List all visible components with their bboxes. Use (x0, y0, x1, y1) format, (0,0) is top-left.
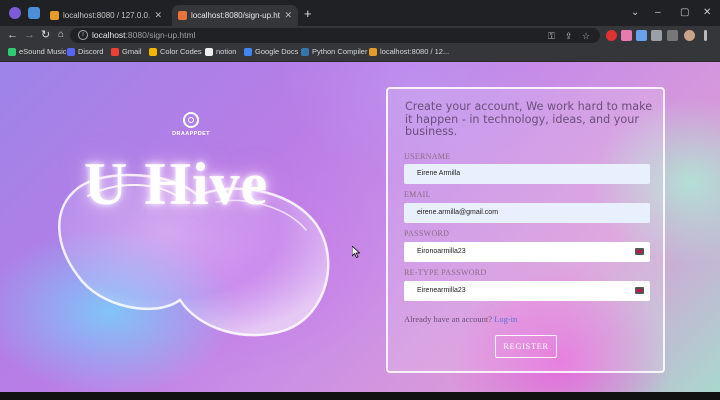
tab-strip: localhost:8080 / 127.0.0.1 / webs ✕ loca… (0, 0, 720, 26)
minimize-button[interactable]: – (655, 7, 661, 19)
menu-icon[interactable] (704, 30, 707, 41)
signup-card: Create your account, We work hard to mak… (386, 87, 665, 373)
mouse-pointer-icon (352, 246, 360, 258)
site-info-icon[interactable]: i (78, 30, 88, 40)
brand-logo[interactable]: DRAAPPDET (166, 112, 216, 137)
back-icon[interactable]: ← (7, 29, 18, 41)
play-icon (8, 47, 16, 56)
login-prompt-text: Already have an account? (404, 314, 493, 324)
avatar[interactable] (684, 30, 695, 41)
bookmark-color-codes[interactable]: Color Codes (149, 47, 202, 56)
bookmark-star-icon[interactable]: ☆ (582, 31, 590, 41)
db-icon (50, 11, 59, 20)
tab-title: localhost:8080 / 127.0.0.1 / webs (63, 11, 151, 20)
hero-title: U Hive (84, 151, 269, 217)
address-bar[interactable]: i localhost:8080/sign-up.html ⚿ ⇪ ☆ (70, 28, 600, 43)
password-label: PASSWORD (404, 229, 450, 238)
register-button[interactable]: REGISTER (495, 335, 557, 358)
maximize-button[interactable]: ▢ (680, 7, 689, 19)
bookmark-discord[interactable]: Discord (67, 47, 103, 56)
login-link[interactable]: Log-in (494, 314, 517, 324)
bookmarks-bar: eSound Music Discord Gmail Color Codes n… (0, 45, 720, 62)
bookmark-notion[interactable]: notion (205, 47, 236, 56)
retype-password-label: RE-TYPE PASSWORD (404, 268, 487, 277)
close-icon[interactable]: ✕ (284, 10, 292, 21)
email-input[interactable]: eirene.armilla@gmail.com (404, 203, 650, 223)
close-icon[interactable]: ✕ (154, 10, 162, 21)
tab-search-icon[interactable] (28, 7, 40, 19)
browser-chrome: localhost:8080 / 127.0.0.1 / webs ✕ loca… (0, 0, 720, 62)
palette-icon (149, 47, 157, 56)
extensions-puzzle-icon[interactable] (651, 30, 662, 41)
new-tab-button[interactable]: + (304, 7, 312, 20)
bookmark-google-docs[interactable]: Google Docs (244, 47, 298, 56)
key-icon[interactable]: ⚿ (548, 31, 555, 41)
bottom-edge (0, 392, 720, 400)
tab-list-icon[interactable]: ⌄ (631, 7, 639, 19)
password-manager-key-icon[interactable] (635, 287, 644, 294)
tab-sign-up[interactable]: localhost:8080/sign-up.html ✕ (172, 5, 298, 26)
docs-icon (244, 47, 252, 56)
bookmark-esound[interactable]: eSound Music (8, 47, 67, 56)
username-input[interactable]: Eirene Armilla (404, 164, 650, 184)
bookmark-python-compiler[interactable]: Python Compiler (301, 47, 367, 56)
extension-icon-blue[interactable] (636, 30, 647, 41)
url-text[interactable]: localhost:8080/sign-up.html (92, 30, 196, 40)
close-window-button[interactable]: ✕ (703, 7, 711, 19)
bookmark-gmail[interactable]: Gmail (111, 47, 142, 56)
forward-icon[interactable]: → (24, 29, 35, 41)
media-icon[interactable] (667, 30, 678, 41)
html-icon (178, 11, 187, 20)
home-icon[interactable]: ⌂ (58, 29, 64, 41)
browser-toolbar: ← → ↻ ⌂ i localhost:8080/sign-up.html ⚿ … (0, 26, 720, 45)
notion-icon (205, 47, 213, 56)
python-icon (301, 47, 309, 56)
retype-password-input[interactable]: Eirenearmilla23 (404, 281, 650, 301)
bookmark-localhost[interactable]: localhost:8080 / 12... (369, 47, 449, 56)
tab-phpmyadmin[interactable]: localhost:8080 / 127.0.0.1 / webs ✕ (44, 5, 168, 26)
password-input[interactable]: Eironoarmilla23 (404, 242, 650, 262)
discord-icon (67, 47, 75, 56)
password-manager-key-icon[interactable] (635, 248, 644, 255)
extension-icon-red[interactable] (606, 30, 617, 41)
username-label: USERNAME (404, 152, 451, 161)
profile-icon[interactable] (9, 7, 21, 19)
gmail-icon (111, 47, 119, 56)
page-background: DRAAPPDET U Hive Create your account, We… (0, 62, 720, 392)
form-heading: Create your account, We work hard to mak… (405, 100, 653, 139)
reload-icon[interactable]: ↻ (41, 29, 50, 41)
email-label: EMAIL (404, 190, 431, 199)
db-icon (369, 47, 377, 56)
brand-name: DRAAPPDET (172, 131, 210, 137)
login-prompt: Already have an account? Log-in (404, 314, 517, 324)
extension-icon-pink[interactable] (621, 30, 632, 41)
share-icon[interactable]: ⇪ (565, 31, 573, 41)
logo-icon (183, 112, 199, 128)
tab-title: localhost:8080/sign-up.html (191, 11, 281, 20)
